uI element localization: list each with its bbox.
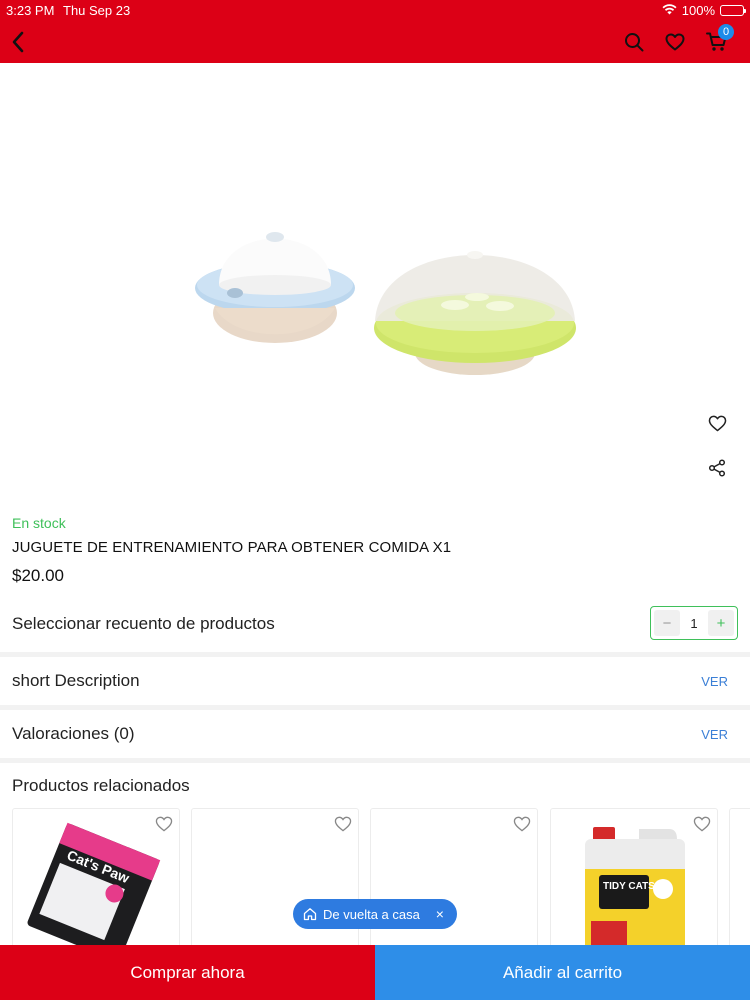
product-detail-screen: 3:23 PM Thu Sep 23 100% 0 En stock JUGUE… — [0, 0, 750, 1000]
top-bar: 3:23 PM Thu Sep 23 100% 0 — [0, 0, 750, 63]
share-button[interactable] — [700, 451, 734, 485]
heart-outline-icon — [155, 816, 173, 832]
related-wishlist-button[interactable] — [153, 813, 175, 835]
product-price: $20.00 — [12, 566, 64, 585]
short-description-row[interactable]: short Description VER — [0, 657, 750, 705]
heart-outline-icon — [513, 816, 531, 832]
favorites-button[interactable] — [657, 20, 693, 63]
cart-count-badge: 0 — [718, 24, 734, 40]
status-time: 3:23 PM — [6, 3, 55, 18]
back-home-label: De vuelta a casa — [323, 906, 420, 922]
related-product-card[interactable] — [729, 808, 750, 948]
wishlist-button[interactable] — [700, 406, 734, 440]
related-wishlist-button[interactable] — [691, 813, 713, 835]
reviews-row[interactable]: Valoraciones (0) VER — [0, 710, 750, 758]
nav-bar: 0 — [0, 20, 750, 63]
heart-outline-icon — [693, 816, 711, 832]
quantity-row: Seleccionar recuento de productos − 1 + — [0, 600, 750, 652]
search-button[interactable] — [616, 20, 652, 63]
related-product-card[interactable]: TIDY CATS — [550, 808, 718, 948]
quantity-stepper: − 1 + — [650, 606, 738, 640]
related-product-card[interactable]: Cat's Paw — [12, 808, 180, 948]
related-products-title: Productos relacionados — [12, 776, 190, 795]
related-product-name: TIDY CATS — [603, 881, 655, 892]
status-bar: 3:23 PM Thu Sep 23 100% — [0, 0, 750, 20]
product-image-area — [0, 63, 750, 503]
quantity-value[interactable]: 1 — [683, 616, 705, 631]
status-date: Thu Sep 23 — [63, 3, 131, 18]
battery-percent: 100% — [681, 3, 715, 18]
buy-now-button[interactable]: Comprar ahora — [0, 945, 375, 1000]
cart-button[interactable]: 0 — [699, 20, 735, 63]
short-description-view-link[interactable]: VER — [701, 674, 728, 689]
heart-outline-icon — [708, 415, 726, 431]
close-chip-button[interactable]: × — [432, 906, 448, 922]
share-icon — [708, 459, 726, 477]
product-image — [195, 232, 576, 375]
divider — [0, 758, 750, 763]
back-button[interactable] — [0, 20, 36, 63]
decrease-quantity-button[interactable]: − — [654, 610, 680, 636]
product-title: JUGUETE DE ENTRENAMIENTO PARA OBTENER CO… — [12, 539, 452, 556]
add-to-cart-button[interactable]: Añadir al carrito — [375, 945, 750, 1000]
heart-outline-icon — [334, 816, 352, 832]
related-wishlist-button[interactable] — [332, 813, 354, 835]
reviews-label: Valoraciones (0) — [12, 724, 135, 743]
search-icon — [625, 32, 644, 51]
reviews-view-link[interactable]: VER — [701, 727, 728, 742]
stock-status: En stock — [12, 515, 66, 531]
home-icon — [303, 908, 317, 921]
quantity-label: Seleccionar recuento de productos — [12, 614, 275, 633]
increase-quantity-button[interactable]: + — [708, 610, 734, 636]
bottom-action-bar: Comprar ahora Añadir al carrito — [0, 945, 750, 1000]
back-icon — [12, 31, 24, 52]
battery-icon — [720, 5, 746, 16]
status-right: 100% — [662, 3, 746, 18]
heart-icon — [665, 33, 685, 50]
wifi-icon — [662, 3, 677, 18]
short-description-label: short Description — [12, 671, 140, 690]
related-wishlist-button[interactable] — [511, 813, 533, 835]
back-home-chip[interactable]: De vuelta a casa × — [293, 899, 457, 929]
